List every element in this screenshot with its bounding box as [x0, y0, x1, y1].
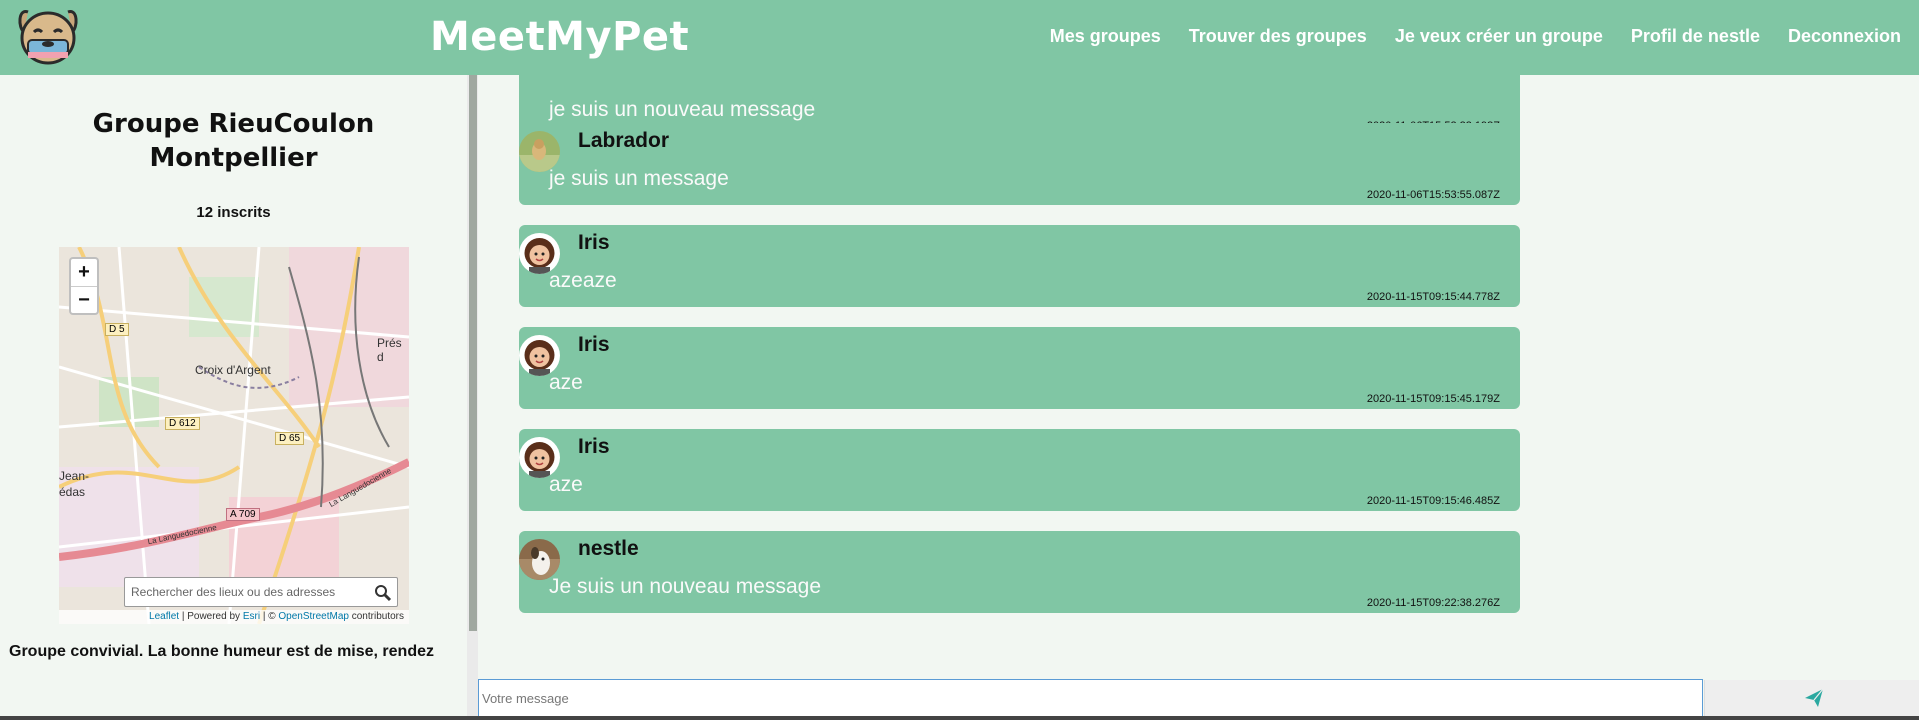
paper-plane-icon [1803, 687, 1825, 714]
message-text: aze [549, 473, 583, 496]
group-city: Montpellier [149, 143, 318, 173]
sidebar-scrollbar[interactable] [467, 75, 478, 720]
group-title: Groupe RieuCoulon Montpellier [0, 107, 467, 175]
pet-logo-icon[interactable] [16, 6, 80, 66]
attribution-contributors: contributors [348, 611, 404, 622]
message-author: Labrador [578, 129, 670, 152]
message-text: azeaze [549, 269, 617, 292]
esri-link[interactable]: Esri [243, 611, 260, 622]
message-author: Iris [578, 435, 610, 458]
leaflet-link[interactable]: Leaflet [149, 611, 179, 622]
avatar [519, 131, 560, 172]
message-timestamp: 2020-11-15T09:22:38.276Z [1366, 597, 1500, 609]
zoom-in-button[interactable]: + [71, 259, 97, 286]
map-label: A 709 [226, 508, 260, 521]
zoom-out-button[interactable]: − [71, 286, 97, 313]
message-text: je suis un nouveau message [549, 98, 816, 121]
message-text: Je suis un nouveau message [549, 575, 822, 598]
subscriber-count: 12 inscrits [196, 204, 271, 221]
map-tiles [59, 247, 409, 624]
osm-link[interactable]: OpenStreetMap [278, 611, 349, 622]
attribution-sep: | © [260, 611, 279, 622]
map-zoom-control: + − [69, 257, 99, 315]
message-author: Iris [578, 231, 610, 254]
map-attribution: Leaflet | Powered by Esri | © OpenStreet… [59, 610, 409, 624]
main-nav: Mes groupes Trouver des groupes Je veux … [1050, 26, 1901, 47]
map-label: Jean- [59, 469, 90, 483]
map-search-input[interactable]: Rechercher des lieux ou des adresses [124, 577, 398, 607]
map-label: D 612 [165, 417, 200, 430]
message-card: Iris azeaze 2020-11-15T09:15:44.778Z [519, 225, 1520, 307]
message-text: aze [549, 371, 583, 394]
map-label: édas [59, 485, 86, 499]
group-sidebar: Groupe RieuCoulon Montpellier 12 inscrit… [0, 75, 467, 720]
avatar [519, 437, 560, 478]
avatar [519, 335, 560, 376]
scrollbar-thumb[interactable] [469, 75, 477, 631]
map-search-placeholder: Rechercher des lieux ou des adresses [131, 585, 336, 599]
message-timestamp: 2020-11-15T09:15:45.179Z [1366, 393, 1500, 405]
message-input[interactable]: Votre message [478, 679, 1703, 717]
map-label: Prés d [377, 336, 402, 364]
message-timestamp: 2020-11-15T09:15:44.778Z [1366, 291, 1500, 303]
group-name: Groupe RieuCoulon [92, 109, 375, 139]
message-text: je suis un message [549, 167, 729, 190]
nav-logout[interactable]: Deconnexion [1788, 26, 1901, 47]
attribution-powered: | Powered by [179, 611, 243, 622]
map-label: D 65 [275, 432, 305, 445]
message-card: nestle Je suis un nouveau message 2020-1… [519, 531, 1520, 613]
message-card: Labrador je suis un message 2020-11-06T1… [519, 123, 1520, 205]
message-feed: je suis un nouveau message 2020-11-06T15… [478, 75, 1919, 678]
map-label: D 5 [105, 323, 129, 336]
avatar [519, 233, 560, 274]
nav-find-groups[interactable]: Trouver des groupes [1189, 26, 1367, 47]
message-author: Iris [578, 333, 610, 356]
avatar [519, 539, 560, 580]
message-timestamp: 2020-11-15T09:15:46.485Z [1366, 495, 1500, 507]
top-navbar: MeetMyPet Mes groupes Trouver des groupe… [0, 0, 1919, 75]
brand-title[interactable]: MeetMyPet [430, 14, 689, 60]
message-timestamp: 2020-11-06T15:53:55.087Z [1366, 189, 1500, 201]
group-description: Groupe convivial. La bonne humeur est de… [9, 643, 434, 660]
send-button[interactable] [1704, 680, 1919, 716]
search-icon[interactable] [373, 583, 393, 603]
window-bottom-edge [0, 716, 1919, 720]
message-composer: Votre message [478, 678, 1919, 720]
group-map[interactable]: D 5 Croix d'Argent D 612 D 65 Prés d Jea… [59, 247, 409, 624]
nav-profile[interactable]: Profil de nestle [1631, 26, 1760, 47]
nav-my-groups[interactable]: Mes groupes [1050, 26, 1161, 47]
message-author: nestle [578, 537, 639, 560]
map-label: Croix d'Argent [195, 363, 271, 377]
message-card: Iris aze 2020-11-15T09:15:45.179Z [519, 327, 1520, 409]
message-card: Iris aze 2020-11-15T09:15:46.485Z [519, 429, 1520, 511]
nav-create-group[interactable]: Je veux créer un groupe [1395, 26, 1603, 47]
